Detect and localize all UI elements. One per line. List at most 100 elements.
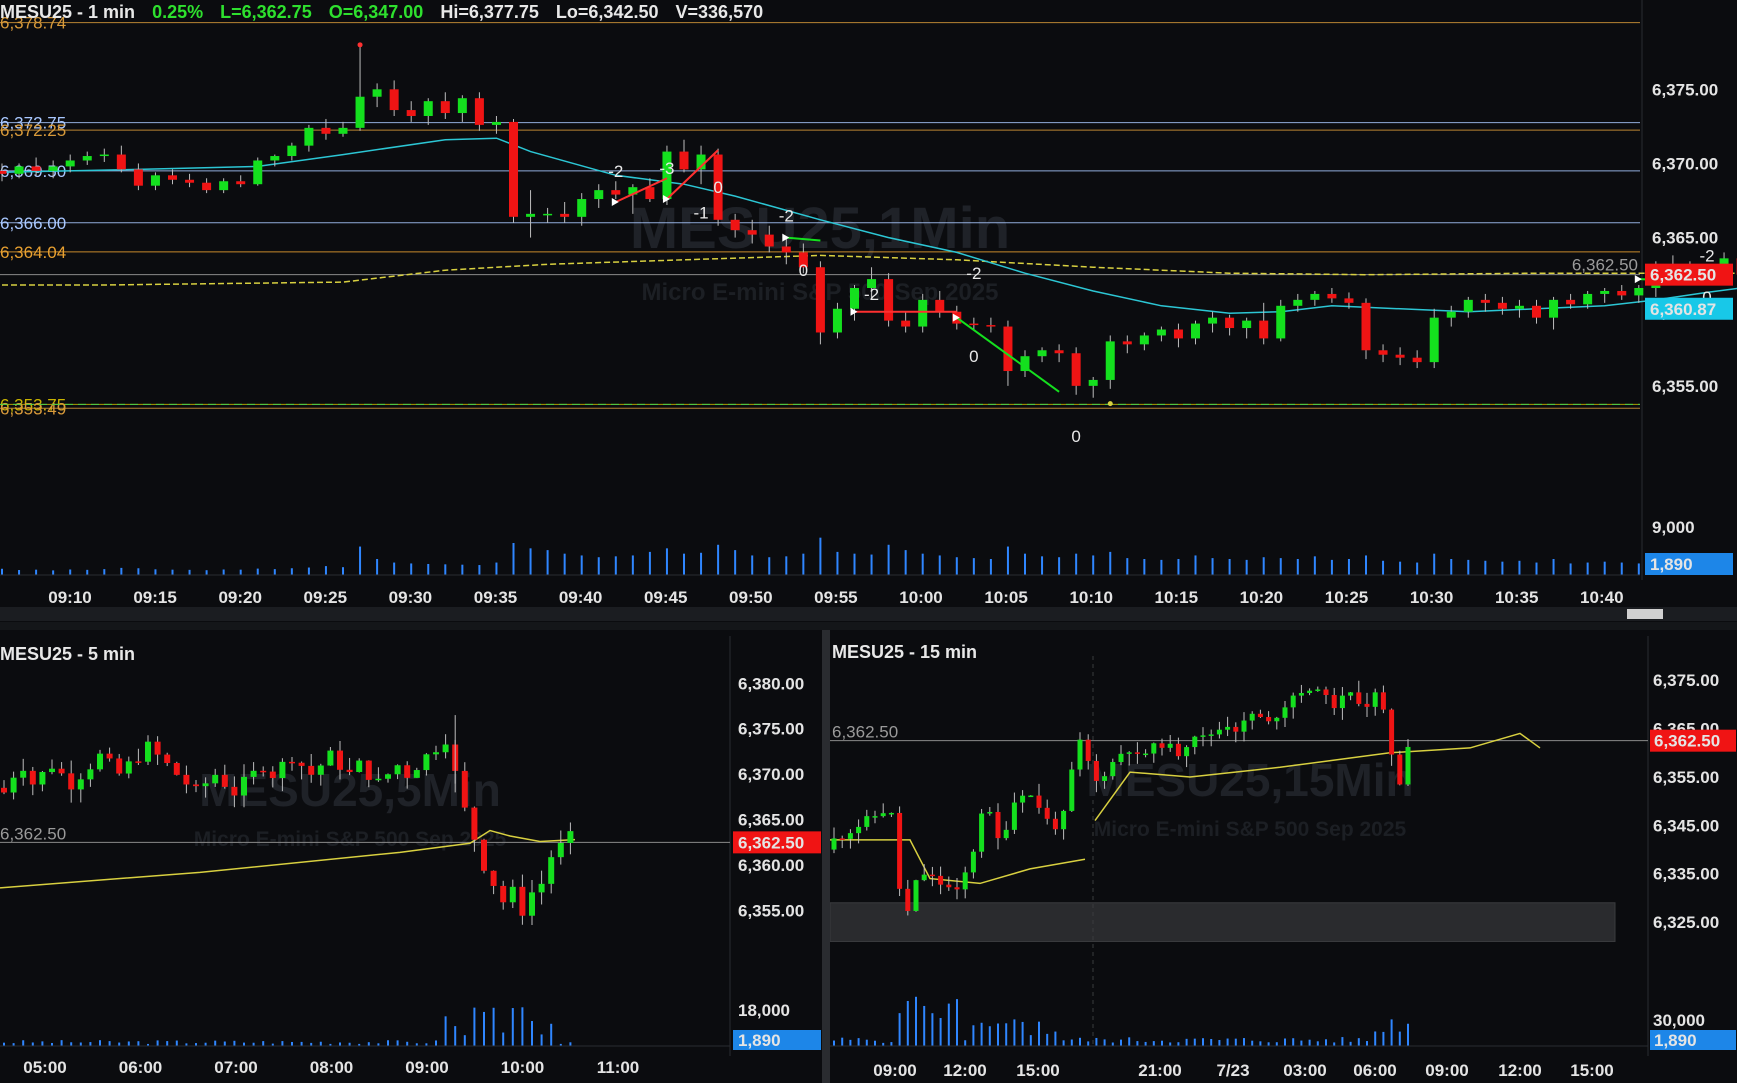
x-tick-label: 06:00 <box>119 1058 162 1077</box>
candle-body <box>241 776 247 796</box>
volume-bar <box>665 548 668 575</box>
candle-body <box>1617 290 1627 296</box>
pane-divider-horizontal[interactable] <box>0 622 1737 630</box>
candle-body <box>831 838 837 850</box>
watermark-subtitle: Micro E-mini S&P 500 Sep 2025 <box>194 828 507 851</box>
volume-bar <box>1161 1040 1163 1046</box>
chart-15min-panel[interactable]: MESU25 - 15 min MESU25,15Min Micro E-mini… <box>830 636 1737 1083</box>
candle-body <box>1339 695 1345 709</box>
volume-bar <box>1202 1038 1204 1046</box>
chart-5min-header: MESU25 - 5 min <box>0 644 147 665</box>
x-tick-label: 09:30 <box>389 588 432 605</box>
candle-body <box>995 811 1001 839</box>
candle-body <box>872 816 878 818</box>
candle-body <box>0 170 7 174</box>
signal-label: -2 <box>779 206 794 225</box>
volume-bar <box>1518 560 1521 575</box>
candle-body <box>481 839 487 871</box>
watermark-subtitle: Micro E-mini S&P 500 Sep 2025 <box>1094 818 1407 841</box>
last-price-ghost: 6,362.50 <box>0 824 66 843</box>
x-tick-label: 21:00 <box>1138 1061 1181 1080</box>
volume-tick-label: 9,000 <box>1652 518 1695 537</box>
volume-bar <box>166 1041 169 1046</box>
candle-body <box>337 750 343 770</box>
candle-body <box>375 778 382 781</box>
volume-bar <box>1300 1040 1303 1046</box>
chart-1min-panel[interactable]: MESU25 - 1 min 0.25% L=6,362.75 O=6,347.… <box>0 0 1737 605</box>
candle-body <box>1634 288 1644 296</box>
candle-body <box>87 769 94 780</box>
candle-body <box>308 765 315 775</box>
last-price-label: 6,362.50 <box>738 833 804 852</box>
candle-body <box>270 156 280 161</box>
scroll-thumb[interactable] <box>1627 609 1663 619</box>
level-label: 6,366.00 <box>0 214 66 233</box>
volume-bar <box>1569 563 1572 575</box>
volume-bar <box>614 556 617 575</box>
chart-15min-canvas[interactable]: MESU25,15Min Micro E-mini S&P 500 Sep 202… <box>830 636 1737 1083</box>
volume-bar <box>1365 555 1367 575</box>
candle-body <box>20 770 27 778</box>
x-tick-label: 12:00 <box>943 1061 986 1080</box>
candle-body <box>1069 769 1075 811</box>
candle-body <box>918 299 928 327</box>
candle-body <box>1298 692 1304 696</box>
candle-body <box>1077 739 1083 770</box>
last-price-label: 6,362.50 <box>1654 732 1720 751</box>
candle-body <box>1028 795 1034 798</box>
candle-body <box>168 175 177 180</box>
chart-1min-canvas[interactable]: MESU25,1MinMicro E-mini S&P 500 Sep 2025… <box>0 0 1737 605</box>
candle-body <box>82 156 92 161</box>
volume-bar <box>1603 561 1606 575</box>
candle-body <box>1290 695 1296 708</box>
volume-bar <box>1226 1038 1229 1046</box>
candle-body <box>962 872 968 890</box>
volume-bar <box>492 1007 495 1046</box>
volume-bar <box>31 1042 34 1046</box>
level-label: 6,353.49 <box>0 399 66 418</box>
candle-body <box>577 199 587 217</box>
candle-body <box>433 752 439 755</box>
chart-5min-panel[interactable]: MESU25 - 5 min MESU25,5Min Micro E-mini S… <box>0 636 822 1083</box>
volume-bar <box>989 559 992 575</box>
candle-body <box>317 765 324 775</box>
volume-bar <box>243 1042 245 1046</box>
candle-body <box>1061 810 1067 830</box>
volume-bar <box>915 996 917 1046</box>
candle-body <box>1088 379 1098 386</box>
candle-body <box>106 753 113 759</box>
chart-1min-scrollbar[interactable] <box>0 607 1737 621</box>
volume-bar <box>1218 1040 1221 1046</box>
candle-body <box>1225 317 1235 329</box>
signal-label: -2 <box>1699 246 1714 265</box>
candle-body <box>1566 299 1576 305</box>
candle-body <box>490 870 497 886</box>
candle-body <box>1249 713 1255 721</box>
volume-bar <box>262 1041 265 1046</box>
volume-bar <box>1177 1042 1180 1046</box>
candle-body <box>1191 323 1200 339</box>
volume-bar <box>22 1040 25 1046</box>
chart-5min-canvas[interactable]: MESU25,5MinMicro E-mini S&P 500 Sep 2025… <box>0 636 822 1083</box>
pane-divider[interactable] <box>822 630 830 1083</box>
candle-body <box>365 760 372 780</box>
volume-bar <box>972 558 975 575</box>
volume-bar <box>1262 557 1265 575</box>
candle-body <box>856 826 862 834</box>
candle-body <box>897 812 903 889</box>
candle-body <box>49 768 55 773</box>
candle-body <box>1480 299 1490 303</box>
volume-bar <box>35 569 38 575</box>
last-price-ghost: 6,362.50 <box>832 723 898 742</box>
candle-body <box>355 96 365 128</box>
y-tick-label: 6,355.00 <box>1653 768 1719 787</box>
candle-body <box>231 786 238 796</box>
candle-body <box>145 741 151 762</box>
y-tick-label: 6,335.00 <box>1653 865 1719 884</box>
volume-bar <box>1586 562 1589 575</box>
volume-bar <box>1013 1019 1016 1046</box>
candle-body <box>1293 299 1303 306</box>
volume-bar <box>1374 1031 1377 1046</box>
candle-body <box>154 741 161 755</box>
volume-bar <box>171 569 174 575</box>
